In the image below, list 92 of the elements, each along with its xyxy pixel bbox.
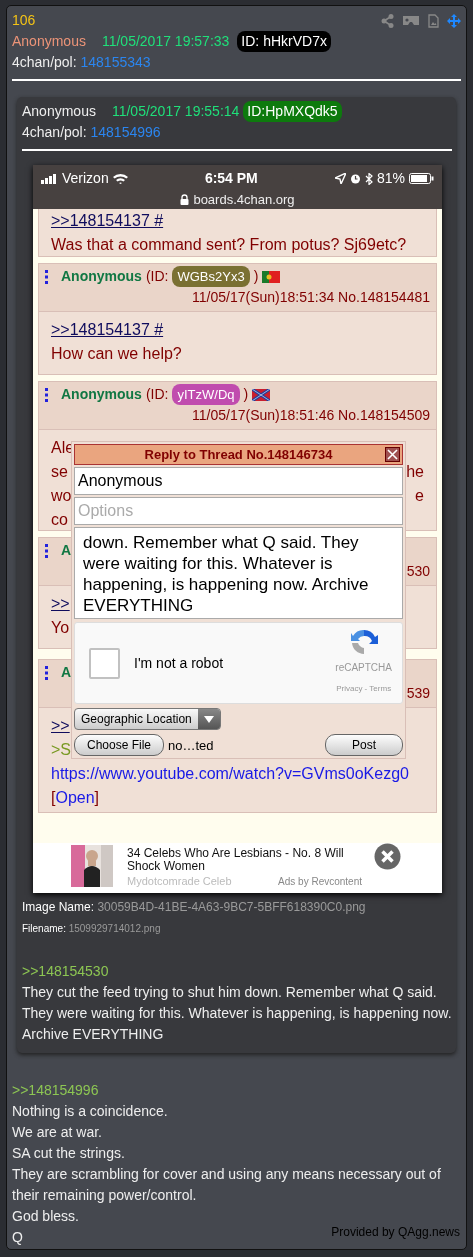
post-text: he xyxy=(406,462,424,482)
captcha-label: I'm not a robot xyxy=(134,653,224,673)
status-time: 6:54 PM xyxy=(204,169,258,188)
post-text: Nothing is a coincidence. xyxy=(12,1103,168,1119)
ad-attribution: Ads by Revcontent xyxy=(278,875,362,888)
quote-link[interactable]: >> xyxy=(51,717,70,734)
id-label: (ID: xyxy=(145,267,169,286)
bracket: [ xyxy=(51,789,56,806)
image-name-label: Image Name: xyxy=(22,900,96,914)
headset-icon[interactable] xyxy=(402,15,420,26)
post-text: God bless. xyxy=(12,1208,79,1224)
id-label: ) xyxy=(243,385,249,404)
share-icon[interactable] xyxy=(381,13,394,28)
options-field[interactable]: Options xyxy=(74,497,403,525)
close-icon[interactable] xyxy=(374,843,401,870)
poster-name: A xyxy=(61,541,72,560)
credit-text: Provided by QAgg.news xyxy=(331,1224,460,1241)
post-meta: 539 xyxy=(406,685,430,701)
poster-name: A xyxy=(61,663,72,682)
post-text: wo xyxy=(51,486,72,506)
battery-icon xyxy=(409,173,434,184)
quote-link[interactable]: >> xyxy=(51,595,70,612)
post-text: co xyxy=(51,510,68,530)
reply-quote: >>148154530 xyxy=(22,962,110,981)
dots-icon[interactable] xyxy=(45,543,49,558)
post-button[interactable]: Post xyxy=(325,734,403,756)
post-text: Was that a command sent? From potus? Sj69etc? xyxy=(51,236,407,253)
file-status: no…ted xyxy=(168,736,214,755)
ad-source: Mydotcomrade Celeb xyxy=(127,875,232,888)
captcha-brand: reCAPTCHA xyxy=(335,661,392,675)
poster-id: ID: hHkrVD7x xyxy=(237,31,331,52)
quote-link[interactable]: >>148154137 # xyxy=(51,212,164,229)
poster-id: WGBs2Yx3 xyxy=(172,266,250,287)
poster-id: yITzW/Dq xyxy=(172,384,240,405)
post-datetime: 11/05/2017 19:55:14 xyxy=(111,102,240,121)
dots-icon[interactable] xyxy=(45,665,49,680)
signal-icon xyxy=(41,173,58,184)
alarm-icon xyxy=(349,173,361,184)
lock-icon xyxy=(180,194,190,205)
id-label: ) xyxy=(253,267,259,286)
quote-link[interactable]: >>148154137 # xyxy=(51,321,164,338)
choose-file-button[interactable]: Choose File xyxy=(74,734,165,756)
caret-icon xyxy=(203,715,214,723)
greentext: >S xyxy=(51,741,71,758)
url-link[interactable]: https://www.youtube.com/watch?v=GVms0oKezg0 xyxy=(51,765,409,782)
dots-icon[interactable] xyxy=(45,269,49,284)
flag-icon xyxy=(262,270,281,283)
bracket: ] xyxy=(94,789,100,806)
post-meta: 11/05/17(Sun)18:51:46 No.148154509 xyxy=(192,407,430,423)
bluetooth-icon xyxy=(364,172,373,185)
flag-icon xyxy=(252,388,271,401)
post-meta: 530 xyxy=(406,563,430,579)
location-icon xyxy=(334,173,346,184)
author-name: Anonymous xyxy=(22,102,96,121)
board-label: 4chan/pol: xyxy=(12,54,78,70)
post-text: Q xyxy=(12,1229,23,1245)
post-text: se xyxy=(51,462,68,482)
post-text: e xyxy=(415,486,424,506)
file-icon[interactable] xyxy=(428,13,439,28)
id-label: (ID: xyxy=(145,385,169,404)
close-icon[interactable] xyxy=(385,447,400,462)
comment-field[interactable]: down. Remember what Q said. They were waiting for this. Whatever is happening, is happening now. Archive EVERYTHING xyxy=(74,527,403,619)
open-link[interactable]: Open xyxy=(55,789,95,806)
ad-title[interactable]: 34 Celebs Who Are Lesbians - No. 8 Will Shock Women xyxy=(127,847,362,873)
battery-percent: 81% xyxy=(376,169,405,188)
post-text: They cut the feed trying to shut him down. Remember what Q said. They were waiting for this. Whatever is happening, is happening now. Archive EVERYTHING xyxy=(22,984,452,1042)
poster-id: ID:HpMXQdk5 xyxy=(243,101,342,122)
filename: 1509929714012.png xyxy=(68,923,161,934)
filename-label: Filename: xyxy=(22,923,67,934)
move-icon[interactable] xyxy=(447,13,461,28)
wifi-icon xyxy=(112,173,128,184)
post-datetime: 11/05/2017 19:57:33 xyxy=(101,32,230,51)
post-text: They are scrambling for cover and using any means necessary out of their remaining power/control. xyxy=(12,1166,441,1203)
post-text: We are at war. xyxy=(12,1124,102,1140)
post-text: How can we help? xyxy=(51,345,182,362)
post-meta: 11/05/17(Sun)18:51:34 No.148154481 xyxy=(192,289,430,305)
poster-name: Anonymous xyxy=(61,267,142,286)
dots-icon[interactable] xyxy=(45,387,49,402)
form-title: Reply to Thread No.148146734 xyxy=(144,447,333,462)
captcha-checkbox[interactable] xyxy=(89,647,120,679)
author-name: Anonymous xyxy=(12,32,86,51)
reply-quote: >>148154996 xyxy=(12,1081,100,1100)
address-text: boards.4chan.org xyxy=(193,191,295,209)
carrier-name: Verizon xyxy=(62,169,109,188)
image-name: 30059B4D-41BE-4A63-9BC7-5BFF618390C0.png xyxy=(97,900,366,914)
post-text: Yo xyxy=(51,619,70,636)
board-label: 4chan/pol: xyxy=(22,124,88,140)
post-text: SA cut the strings. xyxy=(12,1145,125,1161)
name-field[interactable]: Anonymous xyxy=(74,467,403,495)
poster-name: Anonymous xyxy=(61,385,142,404)
location-dropdown[interactable]: Geographic Location xyxy=(74,708,221,730)
post-number: 106 xyxy=(12,11,36,30)
